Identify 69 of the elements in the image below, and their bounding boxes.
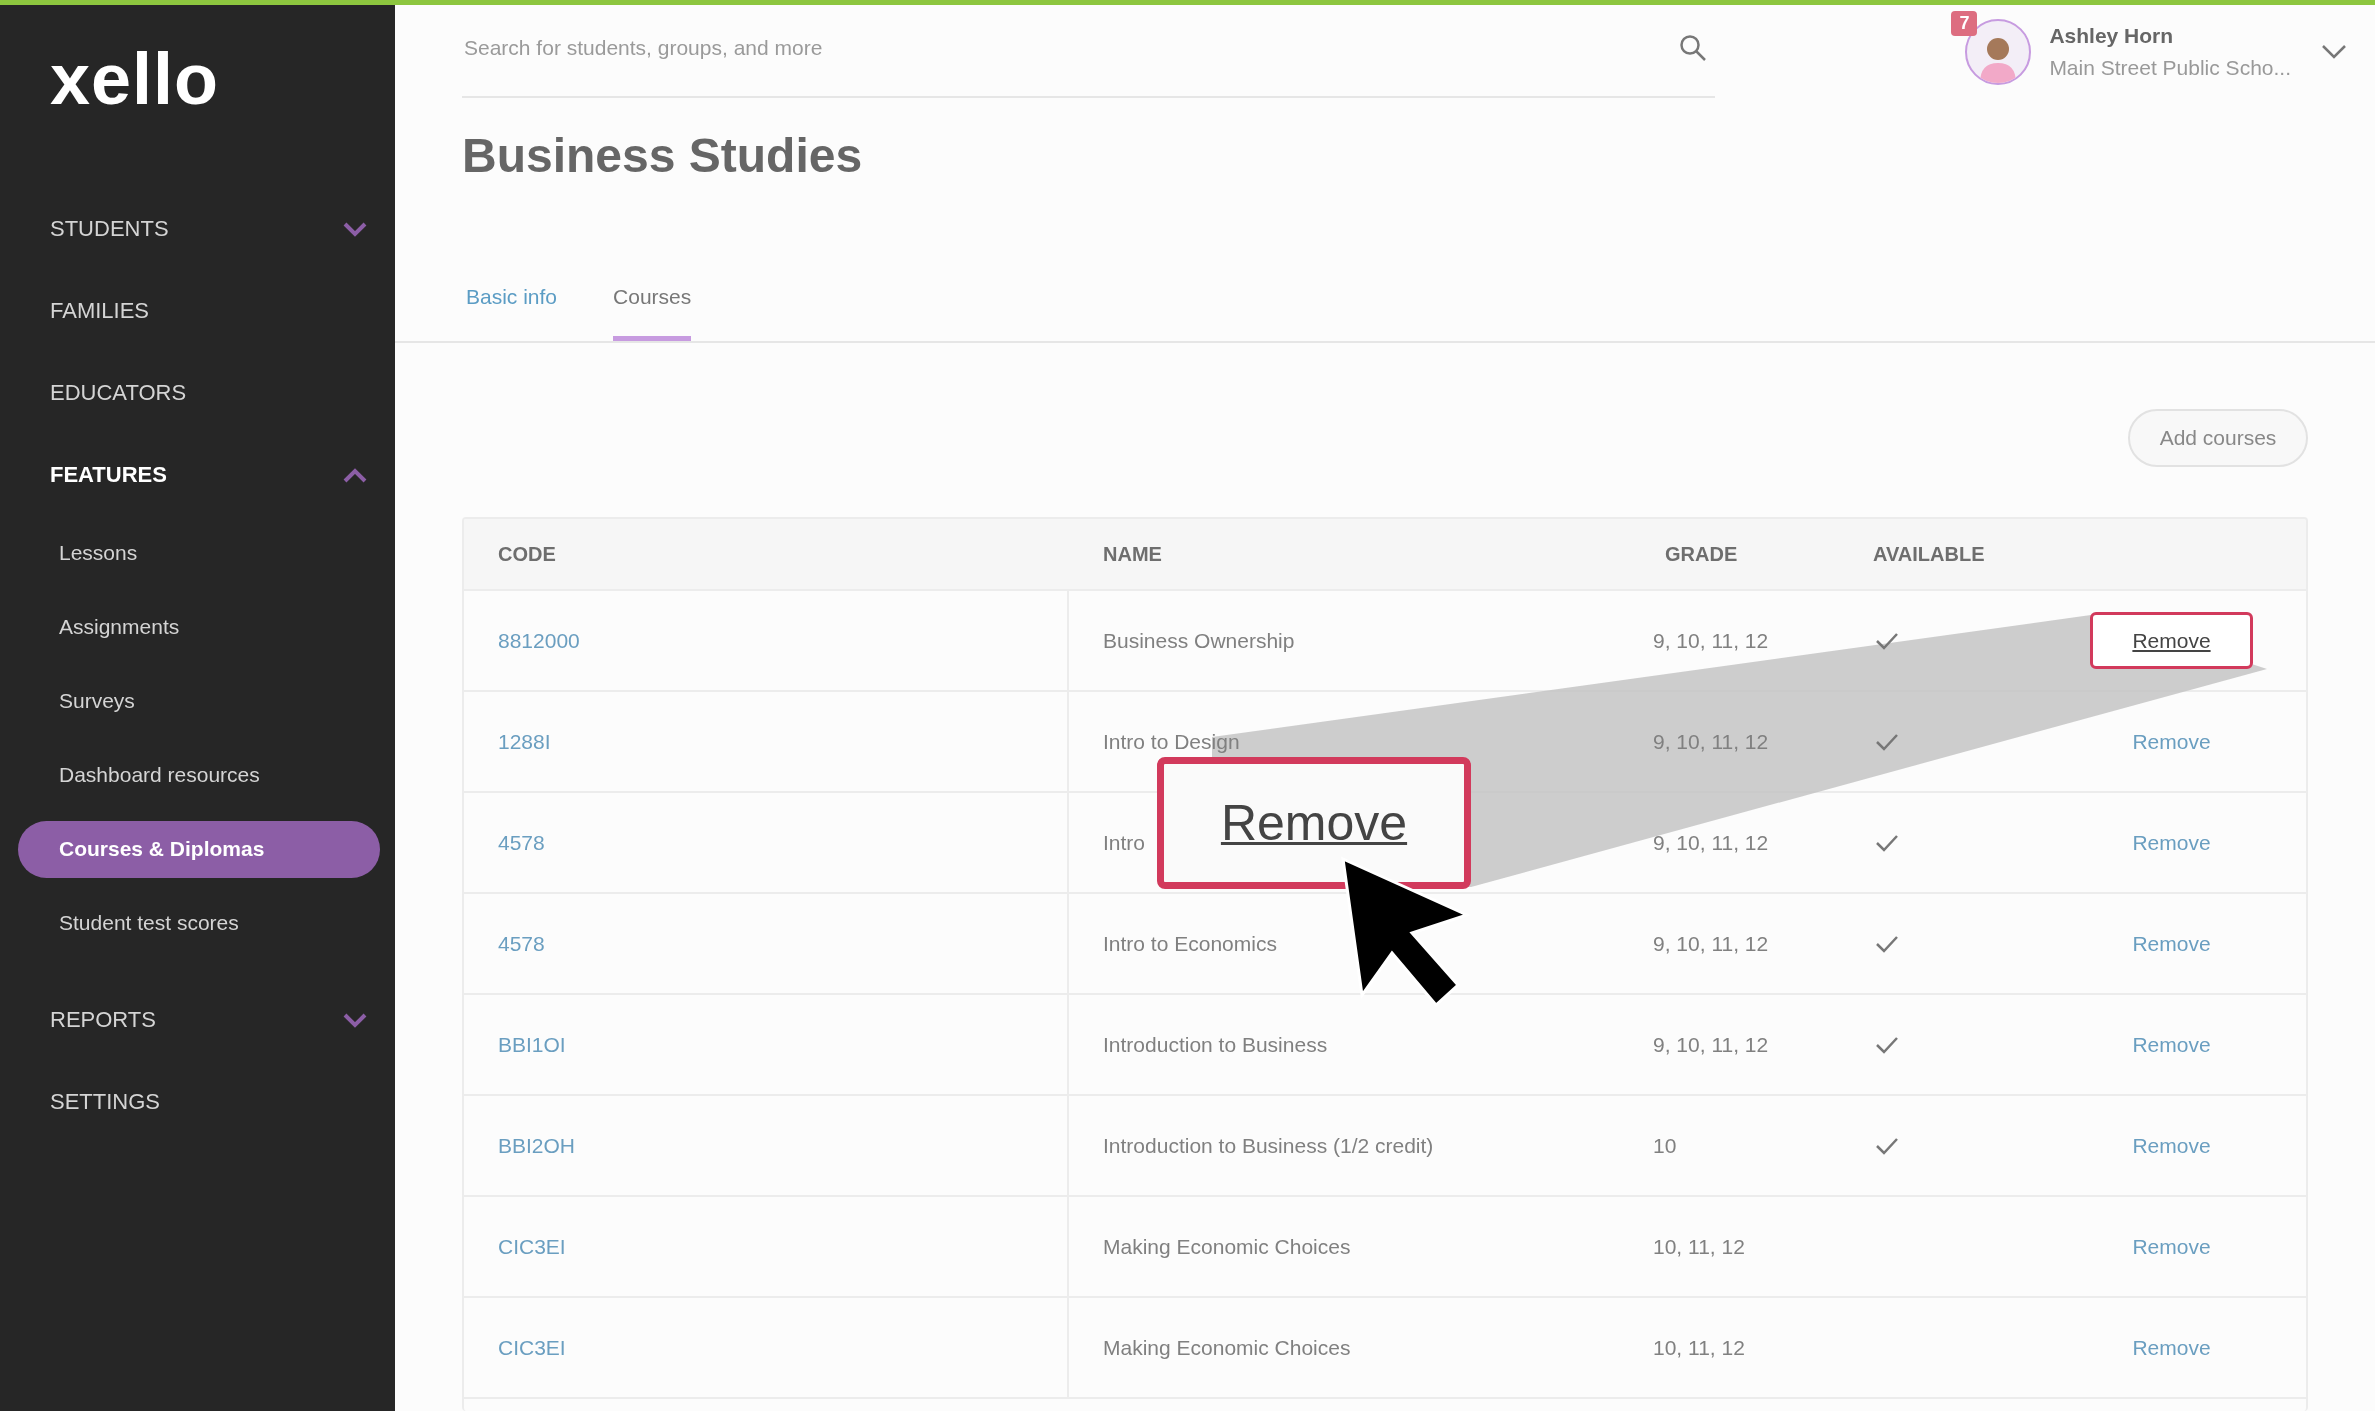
- course-code-link[interactable]: CIC3EI: [498, 1335, 566, 1360]
- check-icon: [1875, 631, 1899, 650]
- table-cell: 9, 10, 11, 12: [1653, 628, 1769, 653]
- nav-item[interactable]: FEATURES: [50, 462, 167, 488]
- notification-badge: 7: [1951, 11, 1978, 36]
- remove-link[interactable]: Remove: [2090, 1117, 2253, 1174]
- remove-link[interactable]: Remove: [2090, 814, 2253, 871]
- school-name: Main Street Public Scho...: [2049, 56, 2291, 80]
- chevron-up-icon[interactable]: [343, 467, 367, 483]
- table-cell: Intro to Economics: [1103, 931, 1277, 956]
- remove-link[interactable]: Remove: [2090, 915, 2253, 972]
- table-cell: 9, 10, 11, 12: [1653, 931, 1769, 956]
- check-icon: [1875, 833, 1899, 852]
- tab[interactable]: Basic info: [466, 250, 558, 341]
- table-cell: 9, 10, 11, 12: [1653, 830, 1769, 855]
- table-cell: 9, 10, 11, 12: [1653, 729, 1769, 754]
- course-code-link[interactable]: 8812000: [498, 628, 580, 653]
- table-cell: Business Ownership: [1103, 628, 1295, 653]
- nav-subitem[interactable]: Dashboard resources: [18, 746, 380, 804]
- table-cell: Introduction to Business (1/2 credit): [1103, 1133, 1434, 1158]
- logo[interactable]: xello: [50, 43, 220, 115]
- search-icon[interactable]: [1679, 33, 1707, 62]
- course-code-link[interactable]: CIC3EI: [498, 1234, 566, 1259]
- add-courses-button[interactable]: Add courses: [2128, 409, 2308, 467]
- remove-link[interactable]: Remove: [2090, 713, 2253, 770]
- table-cell: Making Economic Choices: [1103, 1234, 1351, 1259]
- page-title: Business Studies: [462, 128, 864, 184]
- column-header: CODE: [497, 542, 557, 566]
- table-cell: 10, 11, 12: [1653, 1335, 1745, 1360]
- search-field[interactable]: Search for students, groups, and more: [462, 34, 1679, 61]
- callout-text: Remove: [1220, 794, 1408, 852]
- nav-subitem[interactable]: Student test scores: [18, 894, 380, 952]
- chevron-down-icon[interactable]: [343, 1012, 367, 1028]
- user-name: Ashley Horn: [2049, 24, 2175, 48]
- chevron-down-icon[interactable]: [2321, 44, 2347, 60]
- remove-link[interactable]: Remove: [2090, 1218, 2253, 1275]
- nav-subitem[interactable]: Assignments: [18, 598, 380, 656]
- table-cell: Intro: [1103, 830, 1146, 855]
- course-code-link[interactable]: BBI1OI: [498, 1032, 566, 1057]
- course-code-link[interactable]: 4578: [498, 830, 545, 855]
- table-cell: Intro to Design: [1103, 729, 1240, 754]
- nav-item[interactable]: STUDENTS: [50, 216, 169, 242]
- table-cell: Making Economic Choices: [1103, 1335, 1351, 1360]
- nav-subitem[interactable]: Courses & Diplomas: [18, 820, 380, 878]
- column-header: GRADE: [1664, 542, 1739, 566]
- remove-link[interactable]: Remove: [2090, 1016, 2253, 1073]
- nav-item[interactable]: EDUCATORS: [50, 380, 187, 406]
- nav-item[interactable]: FAMILIES: [50, 298, 150, 324]
- course-code-link[interactable]: 1288I: [498, 729, 551, 754]
- table-cell: Introduction to Business: [1103, 1032, 1328, 1057]
- chevron-down-icon[interactable]: [343, 221, 367, 237]
- column-header: NAME: [1102, 542, 1163, 566]
- check-icon: [1875, 1035, 1899, 1054]
- nav-subitem[interactable]: Surveys: [18, 672, 380, 730]
- table-cell: 10, 11, 12: [1653, 1234, 1745, 1259]
- remove-link[interactable]: Remove: [2090, 1319, 2253, 1376]
- remove-link[interactable]: Remove: [2090, 612, 2253, 669]
- nav-subitem[interactable]: Lessons: [18, 524, 380, 582]
- nav-item[interactable]: SETTINGS: [50, 1089, 160, 1115]
- check-icon: [1875, 1136, 1899, 1155]
- check-icon: [1875, 934, 1899, 953]
- column-header: AVAILABLE: [1872, 542, 1986, 566]
- table-cell: 10: [1653, 1133, 1677, 1158]
- tab[interactable]: Courses: [613, 250, 692, 341]
- nav-item[interactable]: REPORTS: [50, 1007, 156, 1033]
- course-code-link[interactable]: BBI2OH: [498, 1133, 576, 1158]
- table-cell: 9, 10, 11, 12: [1653, 1032, 1769, 1057]
- check-icon: [1875, 732, 1899, 751]
- course-code-link[interactable]: 4578: [498, 931, 545, 956]
